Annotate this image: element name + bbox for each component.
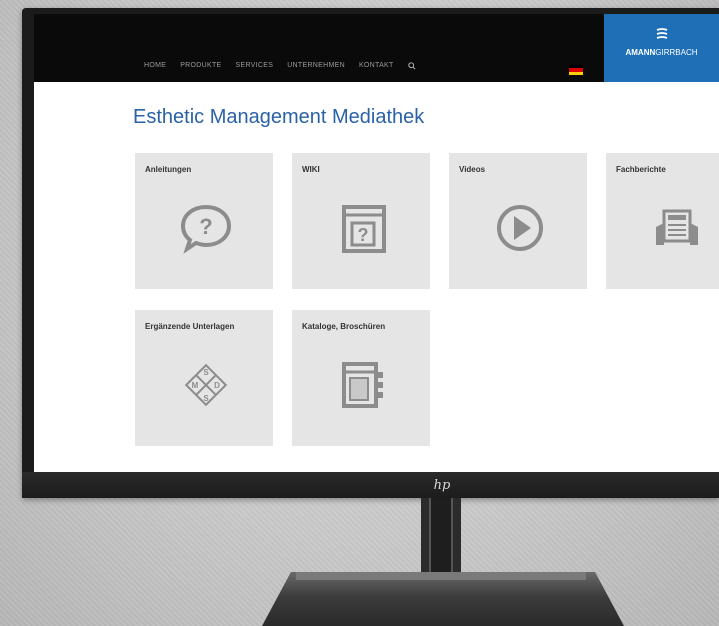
question-bubble-icon: ?: [179, 201, 233, 255]
tile-videos[interactable]: Videos: [449, 153, 587, 289]
tile-label: Ergänzende Unterlagen: [145, 322, 235, 331]
german-flag-icon[interactable]: [569, 65, 583, 75]
tile-fachberichte[interactable]: Fachberichte: [606, 153, 719, 289]
nav-item-services[interactable]: SERVICES: [236, 62, 274, 72]
website-screen: HOME PRODUKTE SERVICES UNTERNEHMEN KONTA…: [34, 14, 719, 472]
nav-item-unternehmen[interactable]: UNTERNEHMEN: [287, 62, 345, 72]
nav-item-produkte[interactable]: PRODUKTE: [180, 62, 221, 72]
tile-label: Anleitungen: [145, 165, 192, 174]
tile-kataloge-broschueren[interactable]: Kataloge, Broschüren: [292, 310, 430, 446]
svg-text:?: ?: [199, 214, 212, 239]
tile-label: Fachberichte: [616, 165, 666, 174]
monitor-stand-base: [262, 572, 624, 626]
play-icon: [493, 201, 547, 255]
tile-wiki[interactable]: WIKI ?: [292, 153, 430, 289]
brand-name: AMANNGIRRBACH: [625, 48, 698, 57]
page-title: Esthetic Management Mediathek: [133, 106, 425, 128]
nav-menu: HOME PRODUKTE SERVICES UNTERNEHMEN KONTA…: [144, 62, 416, 72]
msds-diamond-icon: S M D S: [179, 358, 233, 412]
monitor-stand-base-top: [296, 572, 586, 580]
brand-logo[interactable]: AMANNGIRRBACH: [604, 14, 719, 82]
svg-text:?: ?: [358, 225, 369, 245]
search-icon[interactable]: [407, 62, 416, 72]
monitor-chin: [22, 472, 719, 498]
brand-mark-icon: [604, 28, 719, 42]
top-navigation: HOME PRODUKTE SERVICES UNTERNEHMEN KONTA…: [34, 14, 719, 82]
question-book-icon: ?: [336, 201, 390, 255]
newspaper-hands-icon: [650, 201, 704, 255]
nav-item-kontakt[interactable]: KONTAKT: [359, 62, 394, 72]
catalog-icon: [336, 358, 390, 412]
svg-text:D: D: [214, 381, 220, 390]
tile-label: Videos: [459, 165, 486, 174]
svg-text:S: S: [203, 394, 209, 403]
tile-ergaenzende-unterlagen[interactable]: Ergänzende Unterlagen S M D S: [135, 310, 273, 446]
hp-logo: hp: [433, 478, 451, 493]
tile-label: WIKI: [302, 165, 320, 174]
svg-text:S: S: [203, 368, 209, 377]
nav-item-home[interactable]: HOME: [144, 62, 166, 72]
tile-anleitungen[interactable]: Anleitungen ?: [135, 153, 273, 289]
svg-text:M: M: [192, 381, 199, 390]
tile-label: Kataloge, Broschüren: [302, 322, 386, 331]
